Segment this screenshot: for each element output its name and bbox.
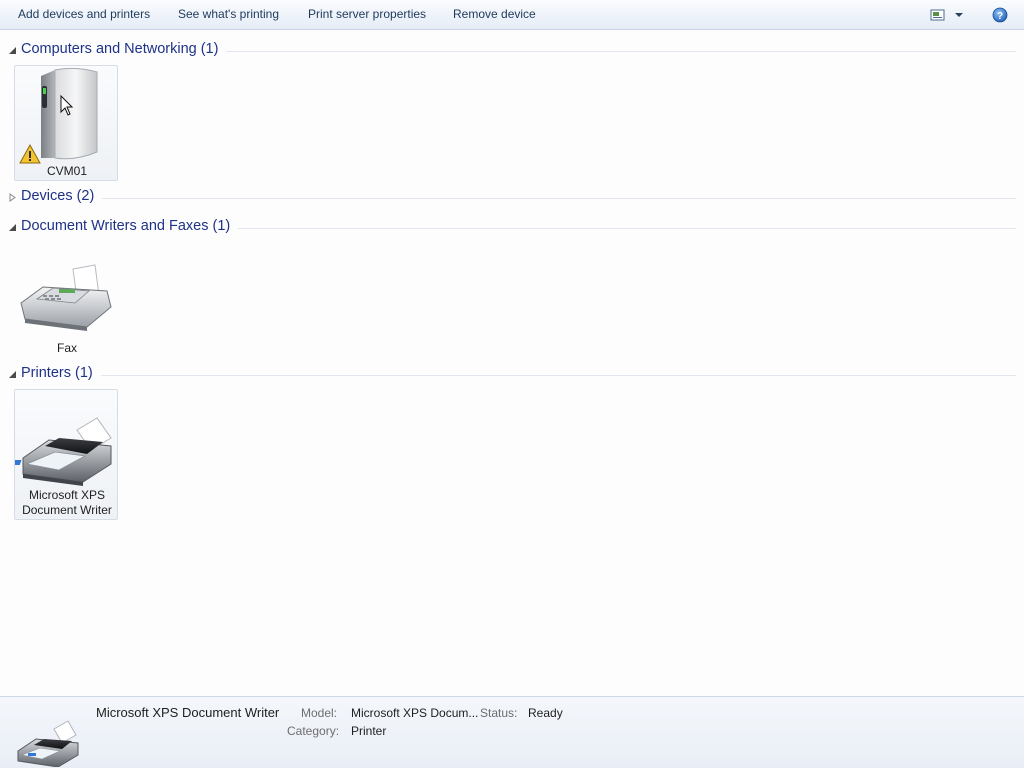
device-label-line1: Microsoft XPS bbox=[28, 488, 106, 502]
details-model-key: Model: bbox=[301, 706, 338, 720]
change-view-button[interactable] bbox=[928, 6, 972, 24]
group-document-writers-and-faxes[interactable]: Document Writers and Faxes (1) bbox=[0, 217, 1024, 237]
details-model-value: Microsoft XPS Docum... bbox=[351, 706, 479, 720]
help-icon: ? bbox=[992, 7, 1008, 23]
see-whats-printing-button[interactable]: See what's printing bbox=[178, 7, 279, 21]
command-bar: Add devices and printers See what's prin… bbox=[0, 0, 1024, 30]
expanded-arrow-icon[interactable] bbox=[8, 370, 17, 379]
print-server-properties-button[interactable]: Print server properties bbox=[308, 7, 426, 21]
remove-device-button[interactable]: Remove device bbox=[453, 7, 536, 21]
collapsed-arrow-icon[interactable] bbox=[8, 193, 17, 202]
details-status-value: Ready bbox=[528, 706, 563, 720]
help-button[interactable]: ? bbox=[992, 7, 1008, 23]
device-tile-fax[interactable]: Fax bbox=[14, 242, 118, 358]
device-label: CVM01 bbox=[46, 164, 87, 178]
printer-icon bbox=[17, 720, 79, 767]
group-printers[interactable]: Printers (1) bbox=[0, 364, 1024, 384]
printer-icon bbox=[15, 417, 112, 486]
expanded-arrow-icon[interactable] bbox=[8, 223, 17, 232]
group-title: Document Writers and Faxes (1) bbox=[21, 218, 239, 234]
group-divider bbox=[20, 198, 1016, 199]
group-title: Printers (1) bbox=[21, 365, 101, 381]
details-category-value: Printer bbox=[351, 724, 387, 738]
device-tile-cvm01[interactable]: CVM01 bbox=[14, 65, 118, 181]
details-device-name: Microsoft XPS Document Writer bbox=[96, 705, 280, 720]
details-pane: Microsoft XPS Document Writer Model: Mic… bbox=[0, 696, 1024, 768]
group-computers-and-networking[interactable]: Computers and Networking (1) bbox=[0, 40, 1024, 60]
device-label: Fax bbox=[56, 341, 77, 355]
details-category-key: Category: bbox=[287, 724, 340, 738]
group-title: Devices (2) bbox=[21, 188, 103, 204]
group-devices[interactable]: Devices (2) bbox=[0, 187, 1024, 207]
warning-icon bbox=[19, 144, 41, 164]
device-label-line2: Document Writer bbox=[22, 503, 112, 517]
expanded-arrow-icon[interactable] bbox=[8, 46, 17, 55]
add-devices-button[interactable]: Add devices and printers bbox=[18, 7, 150, 21]
device-tile-microsoft-xps-document-writer[interactable]: Microsoft XPS Document Writer bbox=[14, 389, 118, 520]
details-status-key: Status: bbox=[480, 706, 518, 720]
fax-machine-icon bbox=[20, 264, 112, 331]
svg-text:?: ? bbox=[997, 11, 1003, 22]
change-view-icon bbox=[930, 9, 963, 21]
group-divider bbox=[20, 375, 1016, 376]
group-title: Computers and Networking (1) bbox=[21, 41, 227, 57]
